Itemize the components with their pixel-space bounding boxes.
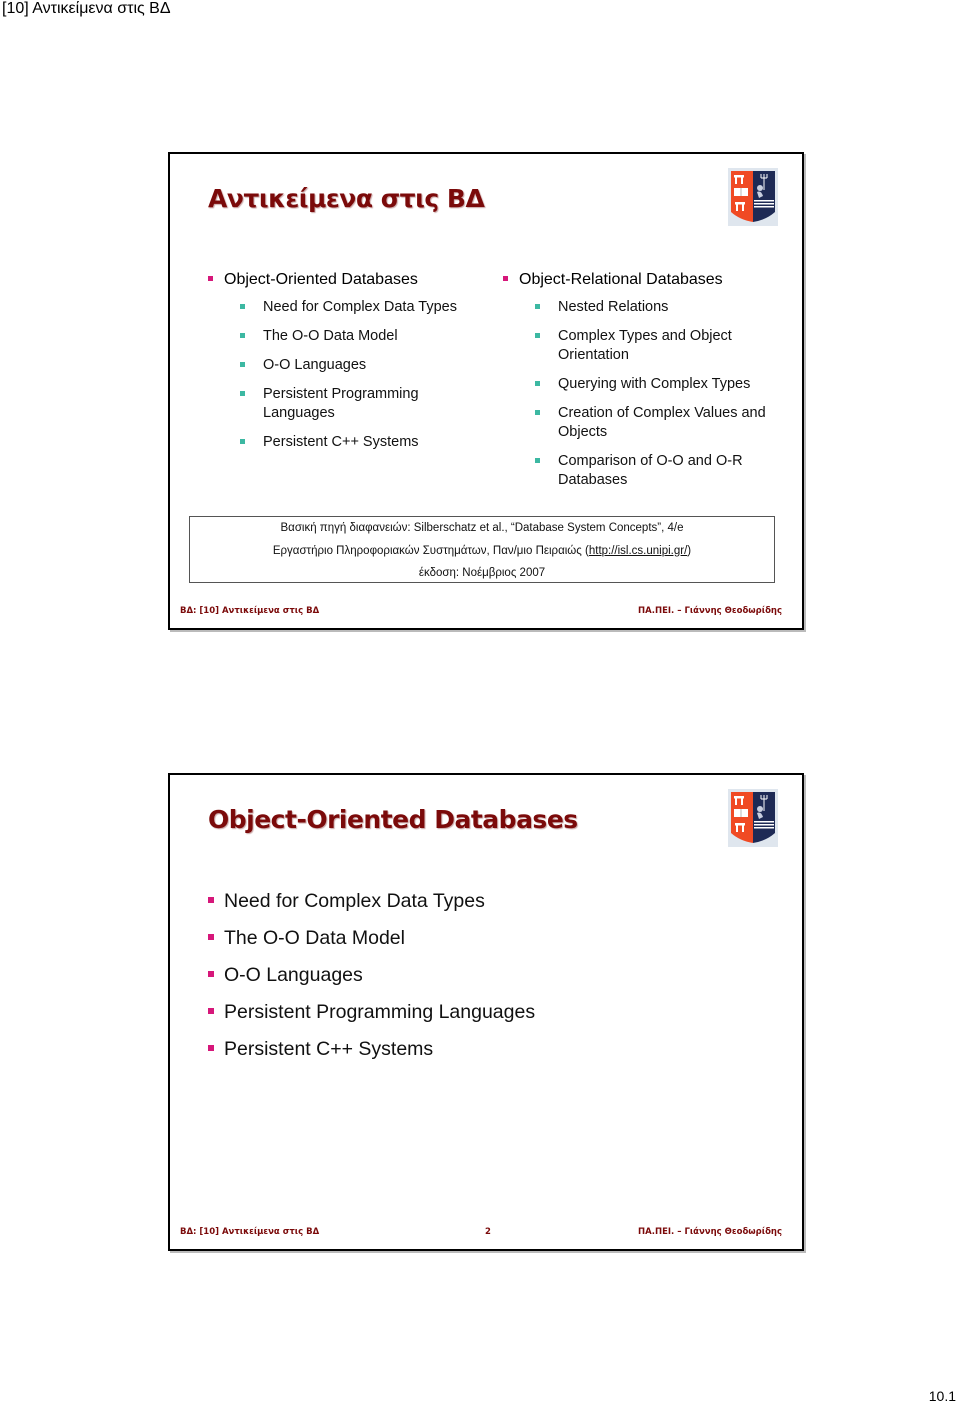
slide-title: Object-Oriented Databases — [208, 805, 578, 834]
slide-2: Object-Oriented Databases Need for Compl… — [168, 773, 804, 1251]
footer-slide-number: 2 — [485, 1227, 491, 1237]
list-item: Need for Complex Data Types — [240, 298, 478, 317]
list-item-text: Persistent C++ Systems — [263, 434, 419, 450]
list-item: Object-Oriented Databases Need for Compl… — [208, 270, 478, 452]
list-item-text: Need for Complex Data Types — [263, 299, 457, 315]
list-item: Comparison of O-O and O-R Databases — [535, 452, 768, 490]
bullet-icon — [535, 381, 540, 386]
list-item: Persistent Programming Languages — [240, 385, 448, 423]
list-item-text: Need for Complex Data Types — [224, 890, 485, 912]
list-item: Querying with Complex Types — [535, 375, 773, 394]
university-crest-icon — [728, 789, 778, 847]
list-item: O-O Languages — [240, 356, 478, 375]
lab-text-suffix: ) — [687, 544, 692, 557]
bullet-icon — [535, 333, 540, 338]
list-item: Persistent C++ Systems — [240, 433, 478, 452]
slide-footer: ΒΔ: [10] Αντικείμενα στις ΒΔ ΠΑ.ΠΕΙ. – Γ… — [180, 606, 782, 620]
list-item-text: Persistent Programming Languages — [263, 386, 419, 421]
bullet-icon — [208, 971, 214, 977]
list-item-text: Nested Relations — [558, 299, 669, 315]
source-line: Βασική πηγή διαφανειών: Silberschatz et … — [280, 522, 684, 534]
list-item-text: Persistent C++ Systems — [224, 1038, 434, 1060]
list-item: Object-Relational Databases Nested Relat… — [503, 270, 773, 490]
bullet-icon — [535, 458, 540, 463]
slide-footer: ΒΔ: [10] Αντικείμενα στις ΒΔ 2 ΠΑ.ΠΕΙ. –… — [180, 1227, 782, 1241]
topic-list: Need for Complex Data Types The O-O Data… — [208, 889, 535, 1074]
university-crest-icon — [728, 168, 778, 226]
list-item: Need for Complex Data Types — [208, 889, 535, 913]
bullet-icon — [240, 333, 245, 338]
list-item-text: The O-O Data Model — [224, 927, 405, 949]
lab-line: Εργαστήριο Πληροφοριακών Συστημάτων, Παν… — [190, 540, 774, 563]
list-item: Complex Types and Object Orientation — [535, 327, 758, 365]
list-item-text: O-O Languages — [263, 357, 367, 373]
footer-author: ΠΑ.ΠΕΙ. – Γιάννης Θεοδωρίδης — [638, 1227, 782, 1237]
list-item-text: Querying with Complex Types — [558, 376, 751, 392]
bullet-icon — [208, 1045, 214, 1051]
bullet-icon — [535, 304, 540, 309]
document-header: [10] Αντικείμενα στις ΒΔ — [2, 0, 171, 17]
page-number: 10.1 — [928, 1388, 956, 1404]
footer-author: ΠΑ.ΠΕΙ. – Γιάννης Θεοδωρίδης — [638, 606, 782, 616]
list-item-text: O-O Languages — [224, 964, 363, 986]
list-item: Nested Relations — [535, 298, 773, 317]
list-item: Persistent C++ Systems — [208, 1037, 535, 1061]
bullet-icon — [208, 934, 214, 940]
slide-title: Αντικείμενα στις ΒΔ — [208, 184, 485, 213]
list-item: Persistent Programming Languages — [208, 1000, 535, 1024]
lab-link[interactable]: http://isl.cs.unipi.gr/ — [589, 545, 687, 557]
bullet-icon — [535, 410, 540, 415]
bullet-icon — [240, 439, 245, 444]
list-item-text: Creation of Complex Values and Objects — [558, 405, 766, 440]
footer-course: ΒΔ: [10] Αντικείμενα στις ΒΔ — [180, 606, 320, 616]
list-item-text: Persistent Programming Languages — [224, 1001, 536, 1023]
slide-1: Αντικείμενα στις ΒΔ Object-Oriented Data… — [168, 152, 804, 630]
edition-line: έκδοση: Νοέμβριος 2007 — [418, 567, 546, 579]
list-heading: Object-Oriented Databases — [224, 271, 418, 288]
bullet-icon — [208, 276, 213, 281]
bullet-icon — [208, 897, 214, 903]
list-item: The O-O Data Model — [240, 327, 478, 346]
bullet-icon — [208, 1008, 214, 1014]
bullet-icon — [503, 276, 508, 281]
list-item-text: Comparison of O-O and O-R Databases — [558, 453, 743, 488]
footer-course: ΒΔ: [10] Αντικείμενα στις ΒΔ — [180, 1227, 320, 1237]
list-item: The O-O Data Model — [208, 926, 535, 950]
list-heading: Object-Relational Databases — [519, 271, 723, 288]
column-object-relational: Object-Relational Databases Nested Relat… — [503, 270, 773, 500]
column-object-oriented: Object-Oriented Databases Need for Compl… — [208, 270, 478, 462]
list-item-text: Complex Types and Object Orientation — [558, 328, 732, 363]
source-box: Βασική πηγή διαφανειών: Silberschatz et … — [189, 516, 775, 583]
list-item: Creation of Complex Values and Objects — [535, 404, 783, 442]
bullet-icon — [240, 391, 245, 396]
list-item: O-O Languages — [208, 963, 535, 987]
bullet-icon — [240, 362, 245, 367]
list-item-text: The O-O Data Model — [263, 328, 398, 344]
bullet-icon — [240, 304, 245, 309]
lab-text: Εργαστήριο Πληροφοριακών Συστημάτων, Παν… — [272, 544, 589, 557]
